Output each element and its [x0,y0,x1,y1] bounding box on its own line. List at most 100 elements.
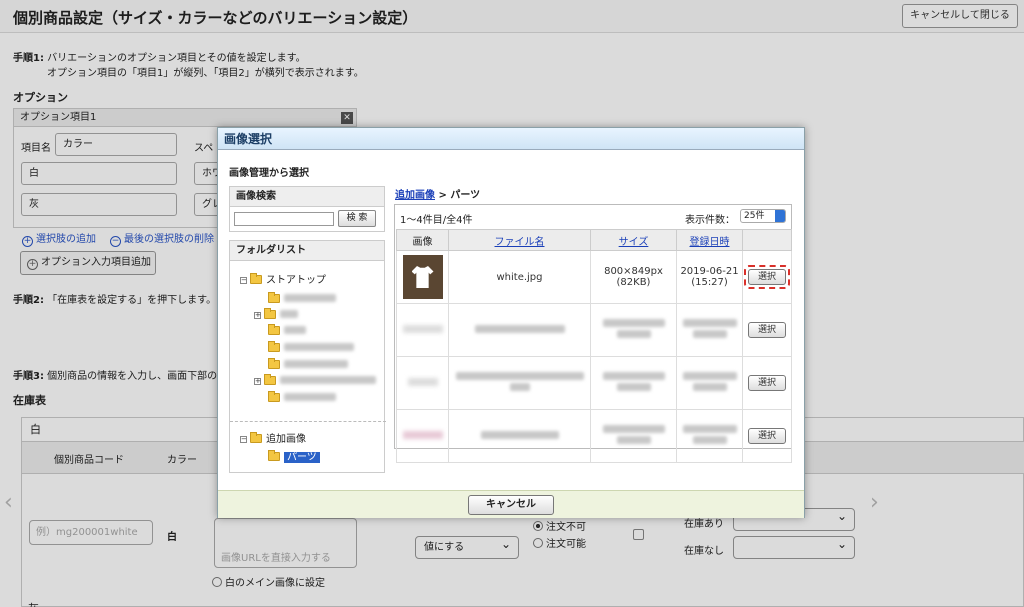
blurred-label [455,372,584,380]
folder-icon [268,450,280,461]
folder-item[interactable]: + [254,374,376,389]
breadcrumb: 追加画像 > パーツ [395,186,480,201]
breadcrumb-link[interactable]: 追加画像 [395,190,435,201]
registered-date: 2019-06-21 [680,266,739,277]
thumbnail-cell [396,250,449,304]
blurred-label [616,436,651,444]
folder-item[interactable] [268,324,306,339]
table-row: 選択 [396,356,792,410]
size-cell [590,303,677,357]
tshirt-thumbnail [402,255,443,299]
select-button[interactable]: 選択 [748,322,786,338]
table-header-row: 画像 ファイル名 サイズ 登録日時 [396,229,792,251]
image-search-header: 画像検索 [230,187,384,207]
table-row: white.jpg 800×849px (82KB) 2019-06-21 (15:… [396,250,792,304]
blurred-label [509,383,530,391]
thumbnail-cell [396,356,449,410]
select-button[interactable]: 選択 [748,375,786,391]
folder-item[interactable] [268,358,348,373]
blurred-label [602,319,665,327]
blurred-label [280,310,298,318]
blurred-label [682,372,737,380]
folder-icon [264,308,276,319]
folder-icon [250,273,262,284]
per-page-select[interactable]: 25件 [740,209,786,223]
col-action-header [742,229,792,251]
blurred-label [284,326,306,334]
folder-item[interactable] [268,391,336,406]
size-cell [590,356,677,410]
table-row: 選択 [396,303,792,357]
size-cell [590,409,677,463]
date-cell [676,356,743,410]
action-cell: 選択 [742,409,792,463]
blurred-label [692,383,727,391]
folder-added-label: 追加画像 [266,434,306,445]
folder-parts[interactable]: パーツ [268,450,320,465]
collapse-icon[interactable]: − [240,436,247,443]
blurred-label [284,393,336,401]
search-button[interactable]: 検 索 [338,210,376,227]
folder-list-panel: フォルダリスト − ストアトップ + + − 追加画像 パーツ [229,240,386,473]
dialog-title: 画像選択 [218,128,804,150]
action-cell: 選択 [742,356,792,410]
folder-list-header: フォルダリスト [230,241,384,261]
folder-icon [268,391,280,402]
folder-icon [268,292,280,303]
date-cell [676,409,743,463]
col-size-header[interactable]: サイズ [590,229,677,251]
highlight-box: 選択 [744,265,790,289]
blurred-label [692,330,727,338]
image-search-panel: 画像検索 検 索 [229,186,385,232]
date-cell [676,303,743,357]
dialog-footer: キャンセル [218,490,804,518]
folder-parts-label: パーツ [284,452,320,463]
breadcrumb-current: パーツ [450,190,481,201]
per-page-label: 表示件数： [685,215,735,226]
blurred-label [682,425,737,433]
col-image-header: 画像 [396,229,449,251]
expand-icon[interactable]: + [254,378,261,385]
folder-icon [268,324,280,335]
folder-added-images[interactable]: − 追加画像 [240,432,306,447]
blurred-thumbnail [402,430,443,439]
tree-divider [230,421,386,422]
collapse-icon[interactable]: − [240,277,247,284]
folder-root-label: ストアトップ [266,275,326,286]
col-date-header[interactable]: 登録日時 [676,229,743,251]
folder-icon [264,374,276,385]
filename-cell: white.jpg [448,250,591,304]
filename-cell [448,356,591,410]
result-count: 1〜4件目/全4件 [400,215,473,226]
blurred-label [284,360,348,368]
image-filesize: (82KB) [616,277,651,288]
image-list: 1〜4件目/全4件 表示件数： 25件 画像 ファイル名 サイズ 登録日時 wh… [394,204,792,463]
col-filename-header[interactable]: ファイル名 [448,229,591,251]
select-button[interactable]: 選択 [748,269,786,285]
filename-cell [448,409,591,463]
blurred-label [602,425,665,433]
blurred-label [616,330,651,338]
expand-icon[interactable]: + [254,312,261,319]
cancel-button[interactable]: キャンセル [468,495,554,515]
folder-icon [268,341,280,352]
select-button[interactable]: 選択 [748,428,786,444]
image-dimensions: 800×849px [604,266,663,277]
blurred-label [692,436,727,444]
action-cell: 選択 [742,303,792,357]
folder-icon [268,358,280,369]
blurred-label [480,430,559,439]
search-input[interactable] [234,212,334,226]
folder-item[interactable]: + [254,308,298,323]
blurred-label [284,343,354,351]
folder-item[interactable] [268,341,354,356]
blurred-thumbnail [402,324,443,333]
date-cell: 2019-06-21 (15:27) [676,250,743,304]
tshirt-icon [411,266,434,288]
folder-icon [250,432,262,443]
blurred-label [602,372,665,380]
folder-item[interactable] [268,292,336,307]
size-cell: 800×849px (82KB) [590,250,677,304]
folder-root[interactable]: − ストアトップ [240,273,326,288]
section-title: 画像管理から選択 [229,168,309,179]
